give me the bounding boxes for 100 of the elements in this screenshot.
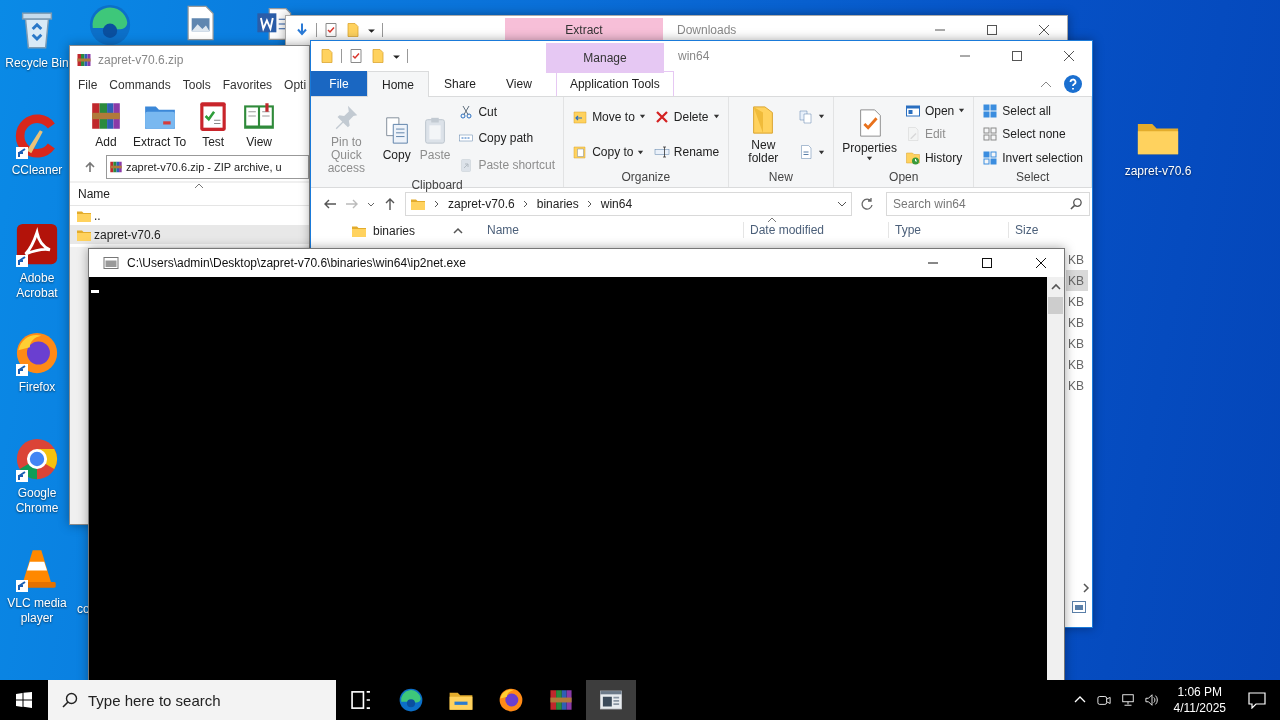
view-toggle-icon[interactable] (1072, 601, 1086, 613)
grid-outline-icon (982, 126, 999, 143)
scroll-thumb[interactable] (1048, 297, 1063, 314)
maximize-icon (982, 258, 992, 268)
toolbar-button[interactable]: Extract To (130, 99, 190, 153)
ribbon-tab[interactable]: Home (367, 71, 429, 97)
icon-label: zapret-v70.6 (1124, 164, 1192, 179)
grid-icon (982, 102, 999, 119)
ribbon-tab[interactable]: Share (429, 71, 492, 96)
file-row[interactable]: KB (1066, 291, 1088, 312)
pdf-icon[interactable] (14, 221, 60, 267)
ribbon-button[interactable]: Move to (569, 106, 649, 127)
ribbon-tab[interactable]: View (491, 71, 547, 96)
ribbon-button[interactable]: New folder (733, 101, 794, 168)
navigation-item[interactable]: binaries (311, 221, 471, 241)
up-arrow-icon[interactable] (383, 196, 397, 211)
column-header[interactable]: Size (1008, 222, 1075, 238)
column-header[interactable]: Name (78, 187, 110, 201)
file-row[interactable]: KB (1066, 270, 1088, 291)
document-check-icon[interactable] (323, 22, 339, 38)
camera-icon[interactable] (1096, 693, 1111, 707)
ribbon-button[interactable]: Delete (650, 106, 723, 127)
network-icon[interactable] (1120, 693, 1135, 707)
ribbon-tab[interactable]: Application Tools (555, 71, 674, 96)
column-header[interactable]: Date modified (743, 222, 888, 238)
search-field[interactable]: Search win64 (886, 191, 1090, 216)
swirl-logo-icon (398, 687, 424, 713)
caret-icon (866, 154, 874, 162)
address-bar[interactable]: zapret-v70.6 binaries win64 (405, 191, 852, 216)
icon-label: Firefox (18, 380, 56, 395)
chevron-icon (586, 199, 593, 208)
menu-item[interactable]: Commands (109, 78, 171, 92)
help-icon[interactable] (1064, 74, 1082, 93)
file-row[interactable]: KB (1066, 312, 1088, 333)
file-row[interactable]: KB (1066, 354, 1088, 375)
document-check-icon[interactable] (348, 48, 364, 64)
circle-logo-icon[interactable] (14, 436, 60, 482)
path-field[interactable]: zapret-v70.6.zip - ZIP archive, u (106, 155, 309, 179)
column-header[interactable]: Type (888, 222, 1008, 238)
toolbar-button[interactable]: View (237, 99, 282, 153)
notification-icon[interactable] (1248, 691, 1266, 709)
scissors-icon (458, 104, 475, 121)
menu-item[interactable]: Opti (284, 78, 307, 92)
menu-item[interactable]: Favorites (222, 78, 273, 92)
file-menu-button[interactable]: File (311, 71, 367, 96)
ribbon-group-label: Select (1015, 170, 1050, 185)
fox-globe-icon[interactable] (14, 330, 60, 376)
ribbon-button[interactable]: Rename (650, 142, 723, 163)
toolbar-button[interactable]: Add (84, 99, 128, 153)
sort-caret-icon (194, 183, 204, 189)
scroll-up-icon[interactable] (453, 227, 463, 235)
ribbon-button[interactable]: Select none (979, 124, 1086, 145)
file-row[interactable]: KB (1066, 333, 1088, 354)
maximize-icon (987, 25, 997, 35)
file-row[interactable]: zapret-v70.6 (70, 225, 309, 244)
swirl-logo-icon[interactable] (87, 2, 133, 48)
caret-icon (712, 113, 720, 121)
grid-icon (982, 150, 999, 167)
menu-item[interactable]: Tools (182, 78, 211, 92)
collapse-ribbon-icon[interactable] (1040, 79, 1052, 88)
file-row[interactable]: KB (1066, 249, 1088, 270)
ribbon-button[interactable]: History (901, 148, 969, 169)
ribbon-button[interactable]: Properties (839, 104, 900, 165)
ribbon-button[interactable]: Invert selection (979, 148, 1086, 169)
icon-label: Recycle Bin (5, 56, 69, 71)
taskbar-button[interactable] (586, 680, 636, 720)
toolbar-button[interactable]: Test (191, 99, 236, 153)
ribbon-button[interactable]: Copy to (569, 142, 649, 163)
maximize-icon (1012, 51, 1022, 61)
search-icon (1070, 197, 1083, 210)
folder-clock-icon (904, 150, 921, 167)
refresh-icon[interactable] (860, 196, 874, 211)
fox-globe-icon (498, 687, 524, 713)
search-icon (62, 692, 78, 708)
scroll-up-icon[interactable] (1050, 283, 1061, 291)
books-icon (76, 52, 92, 68)
menu-item[interactable]: File (78, 78, 98, 92)
search-field[interactable]: Type here to search (48, 680, 336, 720)
context-tab-header: Manage (546, 43, 664, 73)
scroll-right-icon[interactable] (1082, 583, 1090, 593)
window-icon (904, 102, 921, 119)
column-header[interactable]: Name (471, 222, 743, 238)
ribbon-button[interactable]: Select all (979, 100, 1086, 121)
caret-icon (818, 113, 826, 121)
window-title: Downloads (677, 23, 737, 37)
up-arrow-icon[interactable] (84, 161, 96, 173)
file-row[interactable]: KB (1066, 375, 1088, 396)
clock[interactable]: 1:06 PM 4/11/2025 (1163, 684, 1236, 716)
books-icon (548, 687, 574, 713)
speaker-icon[interactable] (1144, 693, 1159, 707)
ribbon-button[interactable]: Copy (378, 112, 415, 165)
file-row[interactable]: .. (70, 206, 309, 225)
document-icon (798, 144, 815, 161)
context-tab-header: Extract (505, 18, 663, 42)
ribbon-button[interactable]: Open (901, 100, 969, 121)
ribbon-button[interactable]: Cut (455, 102, 559, 123)
icon-label: CCleaner (11, 163, 63, 178)
delete-icon (653, 108, 670, 125)
chevron-icon (522, 199, 529, 208)
ribbon-button[interactable]: Copy path (455, 128, 559, 149)
